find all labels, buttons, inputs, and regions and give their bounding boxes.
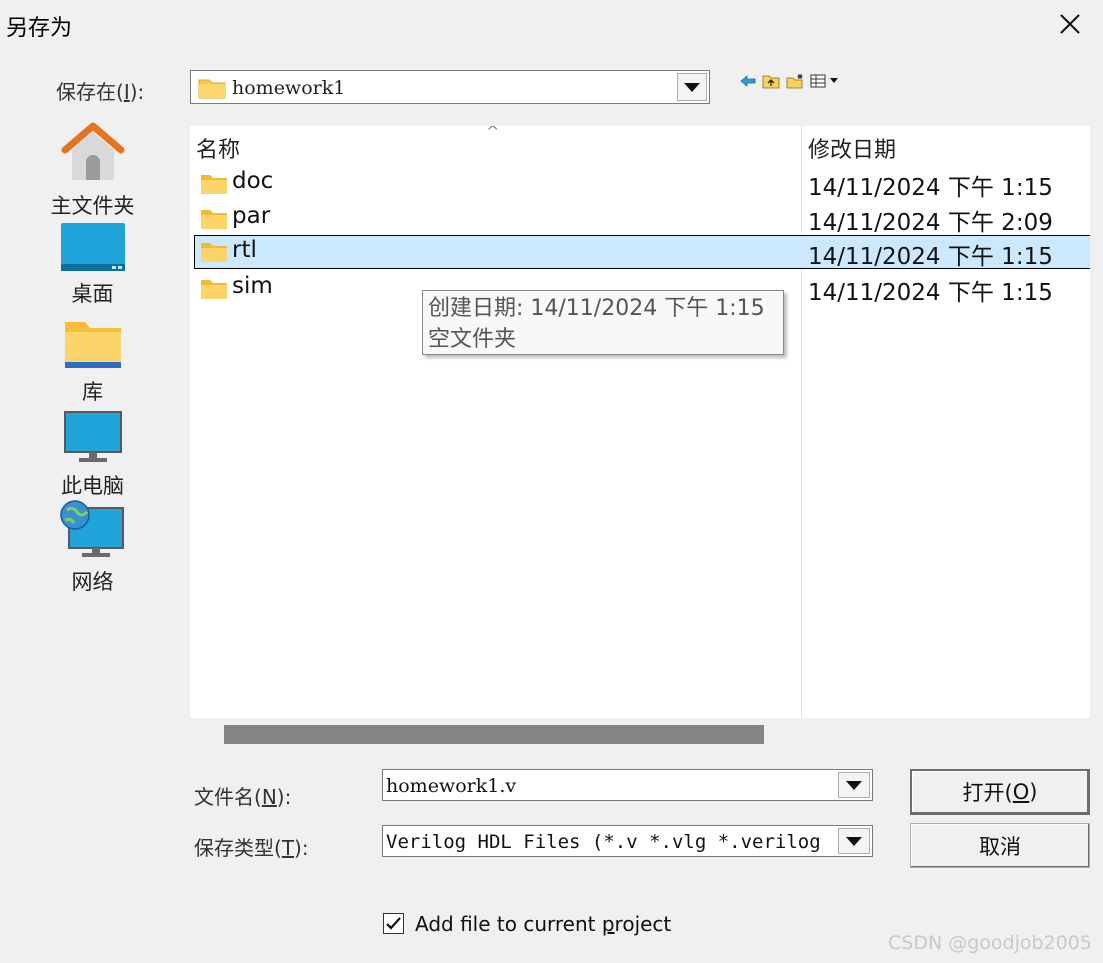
filename-input[interactable]: homework1.v (386, 775, 516, 797)
column-header-date[interactable]: 修改日期 (808, 132, 896, 164)
folder-icon (201, 175, 227, 194)
folder-icon (201, 210, 227, 229)
up-folder-icon[interactable] (762, 73, 780, 89)
tooltip-created-date: 创建日期: 14/11/2024 下午 1:15 (428, 296, 765, 321)
back-arrow-icon[interactable] (740, 74, 756, 88)
chevron-down-icon (846, 780, 862, 790)
filename-dropdown-button[interactable] (838, 772, 870, 798)
filetype-dropdown-button[interactable] (838, 828, 870, 854)
places-item-desktop[interactable]: 桌面 (30, 222, 155, 308)
filetype-combobox[interactable]: Verilog HDL Files (*.v *.vlg *.verilog (382, 825, 873, 857)
home-icon (61, 122, 124, 180)
close-icon (1060, 14, 1080, 34)
filename-combobox[interactable]: homework1.v (382, 769, 873, 801)
places-item-computer[interactable]: 此电脑 (30, 410, 155, 500)
folder-icon (201, 280, 227, 299)
lookin-value: homework1 (232, 77, 346, 99)
chevron-down-icon (846, 836, 862, 846)
lookin-dropdown-button[interactable] (677, 73, 707, 101)
file-date: 14/11/2024 下午 1:15 (808, 280, 1053, 306)
desktop-icon (60, 223, 125, 271)
filetype-label: 保存类型(T): (194, 836, 309, 860)
file-date: 14/11/2024 下午 1:15 (808, 244, 1053, 270)
horizontal-scrollbar-thumb[interactable] (224, 725, 764, 744)
add-to-project-label[interactable]: Add file to current project (415, 912, 671, 936)
new-folder-icon[interactable] (786, 73, 804, 89)
checkmark-icon (386, 917, 401, 930)
lookin-combobox[interactable]: homework1 (190, 70, 710, 104)
filename-label: 文件名(N): (194, 785, 292, 809)
dialog-title: 另存为 (6, 16, 73, 41)
add-to-project-checkbox[interactable] (383, 913, 404, 934)
cancel-button[interactable]: 取消 (910, 823, 1090, 868)
library-folder-icon (64, 322, 121, 368)
file-row-doc[interactable]: doc 14/11/2024 下午 1:15 (190, 166, 1090, 201)
file-row-rtl[interactable]: rtl 14/11/2024 下午 1:15 (194, 235, 1090, 270)
file-date: 14/11/2024 下午 2:09 (808, 210, 1053, 236)
tooltip-folder-status: 空文件夹 (428, 327, 517, 352)
lookin-label: 保存在(I): (56, 80, 145, 104)
places-item-library[interactable]: 库 (30, 318, 155, 406)
folder-icon (201, 243, 227, 262)
file-date: 14/11/2024 下午 1:15 (808, 175, 1053, 201)
places-item-home[interactable]: 主文件夹 (30, 120, 155, 220)
view-menu-icon[interactable] (810, 74, 840, 88)
navigation-toolbar (740, 72, 840, 90)
file-name: par (232, 203, 271, 229)
open-button[interactable]: 打开(O) (910, 769, 1090, 815)
filetype-value: Verilog HDL Files (*.v *.vlg *.verilog (386, 831, 821, 853)
folder-icon (198, 79, 226, 99)
places-item-network[interactable]: 网络 (30, 500, 155, 596)
tooltip: 创建日期: 14/11/2024 下午 1:15 空文件夹 (422, 290, 784, 355)
file-list[interactable]: ^ 名称 修改日期 doc 14/11/2024 下午 1:15 par 14/… (190, 126, 1090, 718)
file-row-par[interactable]: par 14/11/2024 下午 2:09 (190, 201, 1090, 236)
close-button[interactable] (1048, 4, 1092, 44)
computer-icon (63, 411, 122, 462)
chevron-down-icon (684, 82, 700, 92)
network-icon (59, 500, 124, 557)
file-name: sim (232, 273, 273, 299)
sort-ascending-indicator: ^ (486, 126, 500, 141)
file-name: rtl (232, 237, 257, 263)
file-name: doc (232, 168, 274, 194)
watermark: CSDN @goodjob2005 (888, 932, 1092, 954)
column-header-name[interactable]: 名称 (196, 132, 240, 164)
